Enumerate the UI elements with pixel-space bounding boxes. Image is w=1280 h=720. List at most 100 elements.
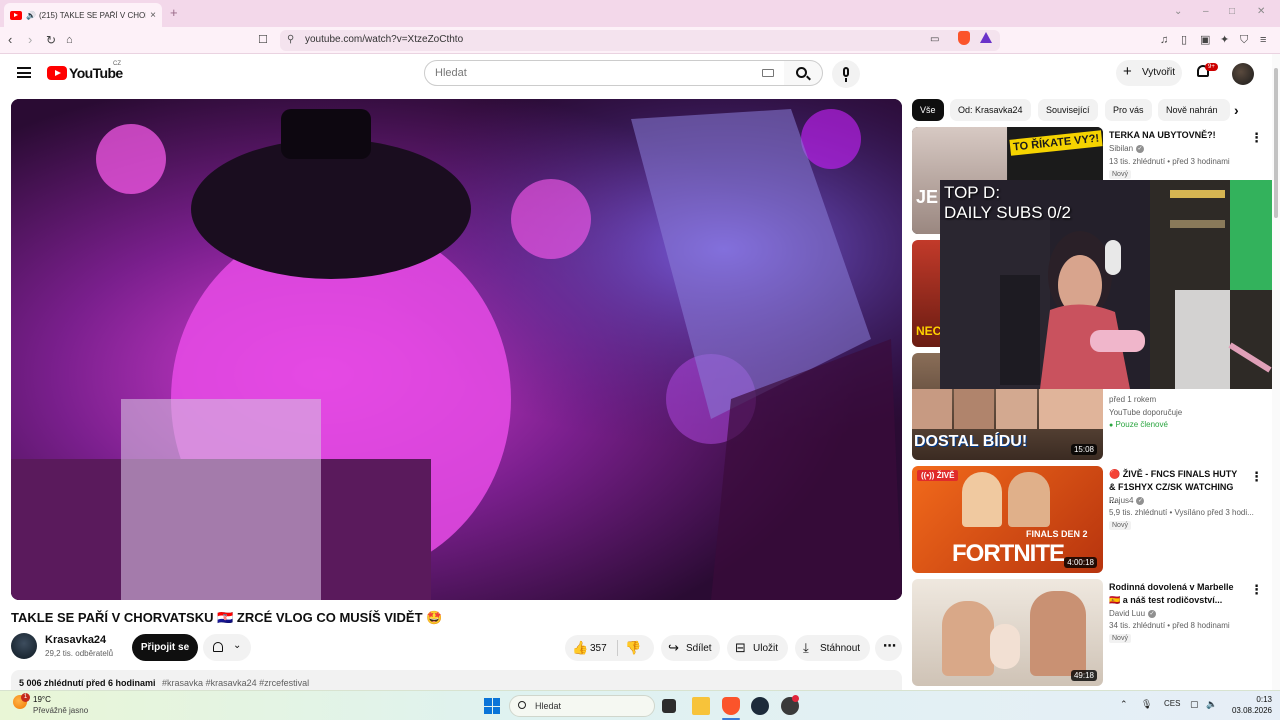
menu-icon[interactable]: ≡: [1260, 33, 1266, 47]
like-divider: [617, 640, 618, 656]
recommendation-item[interactable]: 49:18 Rodinná dovolená v Marbelle 🇪🇸 a n…: [912, 579, 1272, 686]
home-icon[interactable]: ⌂: [66, 33, 73, 47]
verified-icon: ✓: [1136, 144, 1145, 153]
save-button[interactable]: ⊟ Uložit: [727, 635, 788, 661]
channel-name[interactable]: YouTube doporučuje: [1109, 408, 1182, 417]
channel-name[interactable]: Krasavka24: [45, 634, 106, 646]
taskbar-clock[interactable]: 0:13 03.08.2026: [1222, 694, 1272, 716]
music-icon[interactable]: ♫: [1160, 33, 1168, 47]
task-view-icon[interactable]: [662, 699, 676, 713]
browser-tab[interactable]: 🔊 (215) TAKLE SE PAŘÍ V CHORV ×: [4, 3, 162, 27]
account-avatar[interactable]: [1232, 63, 1254, 85]
video-meta: 34 tis. zhlédnutí • před 8 hodinami: [1109, 621, 1230, 630]
voice-search-button[interactable]: [832, 60, 860, 88]
create-button[interactable]: + Vytvořit: [1116, 60, 1182, 86]
start-button[interactable]: [484, 698, 500, 714]
wallet-icon[interactable]: ▣: [1200, 33, 1210, 47]
windows-logo-tile: [492, 698, 500, 706]
forward-icon[interactable]: ›: [28, 33, 32, 47]
overlay-text: TOP D: DAILY SUBS 0/2: [944, 183, 1071, 223]
thumbnail[interactable]: ((•)) ŽIVĚ FINALS DEN 2 FORTNITE 4:00:18: [912, 466, 1103, 573]
cast-icon[interactable]: ▭: [930, 33, 939, 47]
minimize-button[interactable]: –: [1203, 6, 1209, 17]
live-text: ŽIVĚ: [936, 471, 955, 480]
share-button[interactable]: ↪ Sdílet: [661, 635, 720, 661]
chip-from-channel[interactable]: Od: Krasavka24: [950, 99, 1031, 121]
scrollbar-thumb[interactable]: [1274, 68, 1278, 218]
subscription-notifications-button[interactable]: ⌄: [203, 634, 251, 661]
like-count[interactable]: 357: [590, 643, 607, 654]
keyboard-icon[interactable]: [762, 69, 774, 77]
thumbs-down-icon[interactable]: 👎: [625, 640, 641, 656]
description-box[interactable]: 5 006 zhlédnutí před 6 hodinami #krasavk…: [11, 670, 902, 690]
verified-icon: ✓: [1148, 609, 1157, 618]
back-icon[interactable]: ‹: [8, 33, 12, 47]
person-figure: [1030, 591, 1086, 676]
brave-shields-icon[interactable]: [958, 31, 970, 45]
address-bar[interactable]: ⚲ youtube.com/watch?v=XtzeZoCthto: [280, 30, 1000, 51]
thumbnail[interactable]: 49:18: [912, 579, 1103, 686]
channel-avatar[interactable]: [11, 633, 37, 659]
more-actions-button[interactable]: ⋯: [875, 635, 902, 661]
chevron-right-icon[interactable]: ›: [1234, 102, 1239, 118]
taskbar-search-placeholder: Hledat: [535, 701, 562, 711]
site-info-icon[interactable]: ⚲: [287, 34, 294, 45]
close-tab-icon[interactable]: ×: [150, 10, 156, 21]
guide-menu-icon[interactable]: [17, 67, 31, 78]
download-button[interactable]: ⤓ Stáhnout: [795, 635, 870, 661]
recommendation-item[interactable]: ((•)) ŽIVĚ FINALS DEN 2 FORTNITE 4:00:18…: [912, 466, 1272, 573]
video-title[interactable]: TERKA NA UBYTOVNĚ?!: [1109, 129, 1239, 142]
hashtags[interactable]: #krasavka #krasavka24 #zrcefestival: [162, 678, 309, 688]
brave-browser-icon[interactable]: [722, 697, 740, 715]
chip-for-you[interactable]: Pro vás: [1105, 99, 1152, 121]
microphone-icon[interactable]: 🎙: [1141, 699, 1152, 710]
more-vertical-icon[interactable]: ⋮: [1250, 469, 1263, 485]
youtube-favicon-icon: [10, 10, 22, 20]
chip-related[interactable]: Související: [1038, 99, 1098, 121]
obs-studio-icon[interactable]: [751, 697, 769, 715]
page-scrollbar[interactable]: [1272, 54, 1280, 690]
channel-name[interactable]: Pajus4 ✓: [1109, 496, 1145, 505]
youtube-logo[interactable]: YouTube CZ: [47, 61, 123, 81]
tab-search-icon[interactable]: ⌄: [1174, 6, 1182, 17]
channel-name[interactable]: David Luu ✓: [1109, 609, 1157, 618]
file-explorer-icon[interactable]: [692, 697, 710, 715]
brave-rewards-icon[interactable]: [980, 32, 992, 43]
chip-recently-uploaded[interactable]: Nově nahrán: [1158, 99, 1230, 121]
video-meta: před 1 rokem: [1109, 395, 1157, 404]
taskbar-search-input[interactable]: Hledat: [509, 695, 655, 717]
network-icon[interactable]: ▢: [1190, 699, 1199, 710]
leo-ai-icon[interactable]: ✦: [1220, 33, 1229, 47]
volume-icon[interactable]: 🔈: [1206, 699, 1217, 710]
maximize-button[interactable]: □: [1229, 6, 1235, 17]
bookmark-icon[interactable]: ☐: [258, 33, 268, 47]
new-badge: Nový: [1109, 634, 1131, 643]
input-language[interactable]: CES: [1164, 699, 1180, 708]
thumbs-up-icon[interactable]: 👍: [572, 640, 588, 656]
reload-icon[interactable]: ↻: [46, 33, 56, 47]
more-vertical-icon[interactable]: ⋮: [1250, 130, 1263, 146]
face-tile: [912, 389, 953, 429]
live-badge: ((•)) ŽIVĚ: [917, 470, 959, 481]
share-label: Sdílet: [686, 643, 712, 654]
close-window-button[interactable]: ✕: [1257, 6, 1265, 17]
youtube-masthead: YouTube CZ Hledat + Vytvořit 9+: [0, 54, 1280, 94]
vpn-shield-icon[interactable]: ⛉: [1240, 33, 1248, 47]
join-button[interactable]: Připojit se: [132, 634, 198, 661]
search-input[interactable]: Hledat: [424, 60, 785, 86]
temperature[interactable]: 19°C: [33, 695, 51, 704]
url-text: youtube.com/watch?v=XtzeZoCthto: [305, 34, 464, 45]
baby-figure: [990, 624, 1020, 669]
tray-overflow-icon[interactable]: ⌃: [1120, 699, 1128, 710]
sidebar-icon[interactable]: ▯: [1181, 33, 1187, 47]
youtube-play-icon: [47, 66, 67, 80]
save-icon: ⊟: [735, 640, 746, 655]
video-player[interactable]: [11, 99, 902, 600]
channel-name[interactable]: Sibilan ✓: [1109, 144, 1145, 153]
new-tab-button[interactable]: +: [170, 5, 178, 20]
chip-all[interactable]: Vše: [912, 99, 944, 121]
more-vertical-icon[interactable]: ⋮: [1250, 582, 1263, 598]
person-figure: [1008, 472, 1050, 527]
video-title[interactable]: Rodinná dovolená v Marbelle 🇪🇸 a náš tes…: [1109, 581, 1239, 607]
search-button[interactable]: [784, 60, 823, 86]
